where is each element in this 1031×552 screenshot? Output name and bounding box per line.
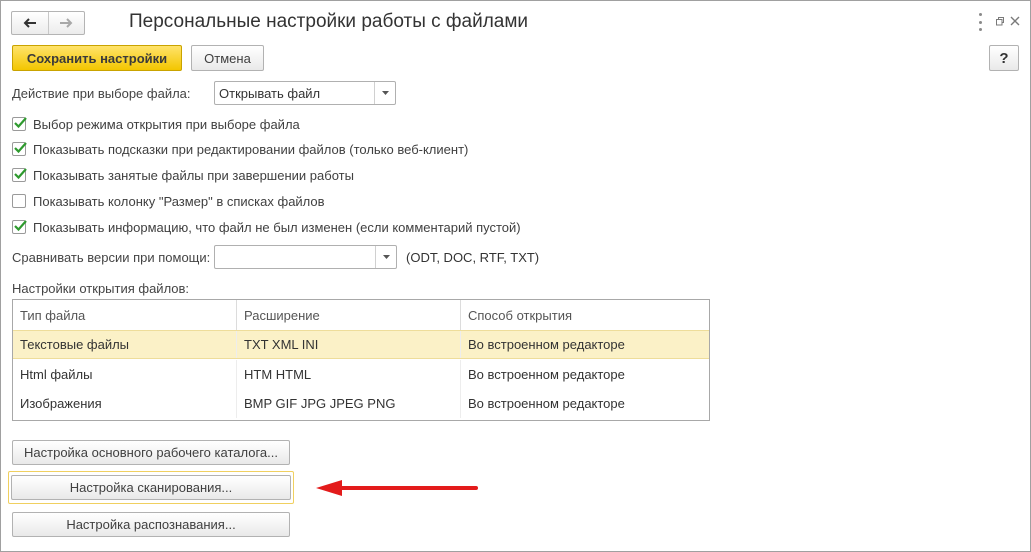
page-title: Персональные настройки работы с файлами [129, 11, 529, 32]
cell-method: Во встроенном редакторе [460, 331, 709, 358]
option-label: Показывать занятые файлы при завершении … [33, 167, 354, 183]
forward-button[interactable] [47, 12, 85, 34]
option-label: Показывать колонку "Размер" в списках фа… [33, 193, 325, 209]
arrow-right-icon [60, 18, 73, 28]
cancel-button[interactable]: Отмена [191, 45, 264, 71]
checkbox[interactable] [12, 117, 27, 131]
column-header-type[interactable]: Тип файла [13, 300, 236, 330]
navigation-buttons [11, 11, 85, 35]
file-open-settings-table[interactable]: Тип файла Расширение Способ открытия Тек… [12, 299, 710, 421]
table-row[interactable]: Изображения BMP GIF JPG JPEG PNG Во встр… [13, 389, 709, 418]
compare-label: Сравнивать версии при помощи: [12, 250, 211, 265]
save-settings-button[interactable]: Сохранить настройки [12, 45, 182, 71]
compare-tool-select[interactable] [214, 245, 397, 269]
red-arrow-icon [316, 480, 478, 496]
chevron-down-icon [382, 255, 390, 259]
column-header-method[interactable]: Способ открытия [460, 300, 709, 330]
option-open-mode[interactable]: Выбор режима открытия при выборе файла [12, 116, 300, 132]
cell-type: Html файлы [20, 367, 93, 382]
compare-tool-dropdown-button[interactable] [375, 246, 396, 268]
recognition-settings-button[interactable]: Настройка распознавания... [12, 512, 290, 537]
option-show-locked-files[interactable]: Показывать занятые файлы при завершении … [12, 167, 354, 183]
checkbox[interactable] [12, 194, 26, 208]
file-action-dropdown-button[interactable] [374, 82, 395, 104]
table-header: Тип файла Расширение Способ открытия [13, 300, 709, 331]
chevron-down-icon [381, 91, 389, 95]
close-icon[interactable] [1009, 15, 1021, 27]
cell-extension: TXT XML INI [236, 331, 460, 358]
more-menu-icon[interactable] [975, 13, 985, 31]
cell-method: Во встроенном редакторе [460, 389, 709, 418]
option-show-size-column[interactable]: Показывать колонку "Размер" в списках фа… [12, 193, 325, 209]
cell-method: Во встроенном редакторе [460, 360, 709, 389]
column-header-extension[interactable]: Расширение [236, 300, 460, 330]
window-frame [0, 0, 1031, 552]
option-label: Показывать информацию, что файл не был и… [33, 219, 521, 235]
table-row[interactable]: Текстовые файлы TXT XML INI Во встроенно… [13, 330, 709, 359]
file-action-value: Открывать файл [219, 86, 321, 101]
back-button[interactable] [12, 12, 48, 34]
checkmark-icon [14, 142, 27, 154]
working-directory-settings-button[interactable]: Настройка основного рабочего каталога... [12, 440, 290, 465]
option-show-hints[interactable]: Показывать подсказки при редактировании … [12, 141, 468, 157]
checkmark-icon [14, 168, 27, 180]
table-title: Настройки открытия файлов: [12, 281, 190, 296]
help-button[interactable]: ? [989, 45, 1019, 71]
cell-extension: HTM HTML [236, 360, 460, 389]
scan-settings-button[interactable]: Настройка сканирования... [11, 475, 291, 500]
checkmark-icon [14, 117, 27, 129]
restore-window-icon[interactable] [995, 16, 1005, 26]
compare-formats-hint: (ODT, DOC, RTF, TXT) [406, 250, 540, 265]
cell-type: Изображения [20, 396, 102, 411]
file-action-select[interactable]: Открывать файл [214, 81, 396, 105]
cell-type: Текстовые файлы [20, 337, 130, 352]
file-action-label: Действие при выборе файла: [12, 86, 191, 101]
table-row[interactable]: Html файлы HTM HTML Во встроенном редакт… [13, 360, 709, 389]
option-label: Показывать подсказки при редактировании … [33, 141, 469, 157]
checkbox[interactable] [12, 142, 27, 156]
checkbox[interactable] [12, 168, 27, 182]
cell-extension: BMP GIF JPG JPEG PNG [236, 389, 460, 418]
checkbox[interactable] [12, 220, 27, 234]
arrow-left-icon [23, 18, 36, 28]
checkmark-icon [14, 220, 27, 232]
option-show-unchanged-info[interactable]: Показывать информацию, что файл не был и… [12, 219, 521, 235]
option-label: Выбор режима открытия при выборе файла [33, 116, 300, 132]
